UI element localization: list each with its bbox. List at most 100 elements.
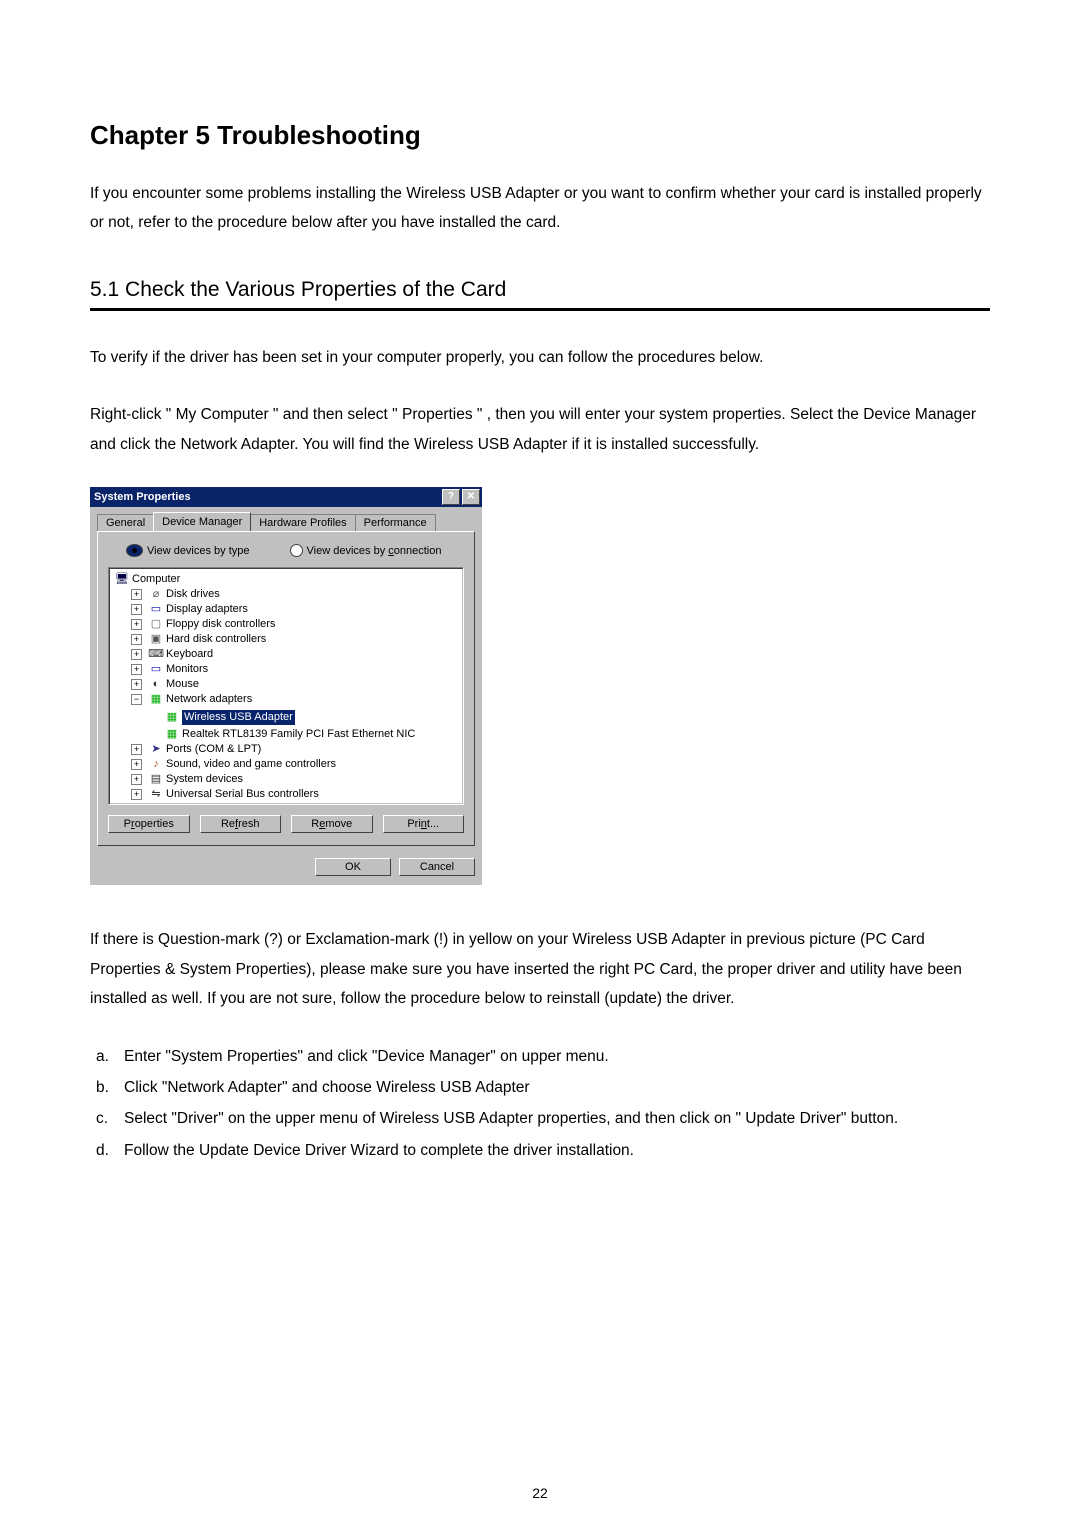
tab-hardware-profiles[interactable]: Hardware Profiles: [250, 514, 355, 532]
steps-list: a. Enter "System Properties" and click "D…: [96, 1042, 990, 1166]
step-text: Follow the Update Device Driver Wizard t…: [124, 1136, 634, 1165]
network-icon: ▦: [165, 728, 179, 741]
tree-item-ports[interactable]: + ➤Ports (COM & LPT): [131, 742, 261, 757]
expand-icon[interactable]: +: [131, 744, 142, 755]
refresh-button[interactable]: Refresh: [200, 815, 282, 833]
tree-item-display-adapters[interactable]: + ▭Display adapters: [131, 602, 248, 617]
monitor-icon: ▭: [149, 663, 163, 676]
tree-item-keyboard[interactable]: + ⌨Keyboard: [131, 647, 213, 662]
tree-item-floppy-controllers[interactable]: + ▢Floppy disk controllers: [131, 617, 275, 632]
keyboard-icon: ⌨: [149, 648, 163, 661]
tree-label: Hard disk controllers: [166, 632, 266, 647]
step-a: a. Enter "System Properties" and click "D…: [96, 1042, 990, 1071]
tab-device-manager[interactable]: Device Manager: [153, 512, 251, 531]
tree-item-monitors[interactable]: + ▭Monitors: [131, 662, 208, 677]
page-number: 22: [0, 1485, 1080, 1501]
para-1: To verify if the driver has been set in …: [90, 343, 990, 372]
step-letter: d.: [96, 1136, 114, 1165]
tree-item-realtek-nic[interactable]: ▦Realtek RTL8139 Family PCI Fast Etherne…: [147, 727, 415, 742]
close-button[interactable]: ✕: [462, 489, 480, 505]
collapse-icon[interactable]: −: [131, 694, 142, 705]
tree-label: Universal Serial Bus controllers: [166, 787, 319, 802]
tree-item-disk-drives[interactable]: + ⌀Disk drives: [131, 587, 220, 602]
print-button[interactable]: Print...: [383, 815, 465, 833]
tree-root-label: Computer: [132, 572, 180, 587]
floppy-icon: ▢: [149, 618, 163, 631]
section-title: 5.1 Check the Various Properties of the …: [90, 278, 990, 302]
tree-label: Keyboard: [166, 647, 213, 662]
tree-label: Sound, video and game controllers: [166, 757, 336, 772]
expand-icon[interactable]: +: [131, 679, 142, 690]
radio-by-connection[interactable]: View devices by connection: [290, 544, 442, 557]
step-c: c. Select "Driver" on the upper menu of W…: [96, 1104, 990, 1133]
step-text: Click "Network Adapter" and choose Wirel…: [124, 1073, 530, 1102]
cancel-button[interactable]: Cancel: [399, 858, 475, 876]
step-letter: a.: [96, 1042, 114, 1071]
tree-label: Floppy disk controllers: [166, 617, 275, 632]
usb-icon: ⇋: [149, 788, 163, 801]
expand-icon[interactable]: +: [131, 589, 142, 600]
expand-icon[interactable]: +: [131, 634, 142, 645]
expand-icon[interactable]: +: [131, 649, 142, 660]
tree-label: System devices: [166, 772, 243, 787]
step-b: b.Click "Network Adapter" and choose Wir…: [96, 1073, 990, 1102]
port-icon: ➤: [149, 743, 163, 756]
tree-item-sound-controllers[interactable]: + ♪Sound, video and game controllers: [131, 757, 336, 772]
para-2: Right-click " My Computer " and then sel…: [90, 400, 990, 459]
network-icon: ▦: [165, 711, 179, 724]
expand-icon[interactable]: +: [131, 789, 142, 800]
tree-item-wireless-usb-adapter[interactable]: ▦Wireless USB Adapter: [147, 710, 295, 725]
tree-item-usb-controllers[interactable]: + ⇋Universal Serial Bus controllers: [131, 787, 319, 802]
expand-icon[interactable]: +: [131, 604, 142, 615]
display-icon: ▭: [149, 603, 163, 616]
computer-icon: 🖥: [115, 573, 129, 586]
tab-panel: View devices by type View devices by con…: [97, 531, 475, 846]
tree-label: Mouse: [166, 677, 199, 692]
properties-button[interactable]: Properties: [108, 815, 190, 833]
expand-icon[interactable]: +: [131, 759, 142, 770]
tree-item-network-adapters[interactable]: −▦Network adapters: [131, 692, 252, 707]
tree-label: Wireless USB Adapter: [182, 710, 295, 725]
radio-by-connection-label: View devices by connection: [307, 545, 442, 557]
tab-strip: General Device Manager Hardware Profiles…: [97, 512, 475, 531]
system-properties-window: System Properties ? ✕ General Device Man…: [90, 487, 482, 885]
intro-paragraph: If you encounter some problems installin…: [90, 179, 990, 238]
section-rule: [90, 308, 990, 311]
tree-label: Display adapters: [166, 602, 248, 617]
sound-icon: ♪: [149, 758, 163, 771]
ok-button[interactable]: OK: [315, 858, 391, 876]
hdd-icon: ▣: [149, 633, 163, 646]
window-title: System Properties: [94, 491, 191, 503]
step-d: d. Follow the Update Device Driver Wizard…: [96, 1136, 990, 1165]
tree-label: Network adapters: [166, 692, 252, 707]
device-tree[interactable]: 🖥 Computer +⌀Disk drives +▭Display adapt…: [108, 567, 464, 805]
disk-icon: ⌀: [149, 588, 163, 601]
tree-item-system-devices[interactable]: +▤System devices: [131, 772, 243, 787]
step-letter: c.: [96, 1104, 114, 1133]
radio-by-type[interactable]: View devices by type: [126, 544, 250, 557]
expand-icon[interactable]: +: [131, 664, 142, 675]
tree-item-mouse[interactable]: + ◐Mouse: [131, 677, 199, 692]
step-text: Enter "System Properties" and click "Dev…: [124, 1042, 609, 1071]
help-button[interactable]: ?: [442, 489, 460, 505]
tree-item-hard-disk-controllers[interactable]: + ▣Hard disk controllers: [131, 632, 266, 647]
tree-label: Monitors: [166, 662, 208, 677]
tab-general[interactable]: General: [97, 514, 154, 532]
expand-icon[interactable]: +: [131, 619, 142, 630]
radio-by-type-label: View devices by type: [147, 545, 250, 557]
radio-dot-icon: [290, 544, 303, 557]
remove-button[interactable]: Remove: [291, 815, 373, 833]
tree-label: Disk drives: [166, 587, 220, 602]
para-3: If there is Question-mark (?) or Exclama…: [90, 925, 990, 1013]
step-text: Select "Driver" on the upper menu of Wir…: [124, 1104, 898, 1133]
tree-label: Ports (COM & LPT): [166, 742, 261, 757]
expand-icon[interactable]: +: [131, 774, 142, 785]
tab-performance[interactable]: Performance: [355, 514, 436, 532]
titlebar[interactable]: System Properties ? ✕: [90, 487, 482, 507]
network-icon: ▦: [149, 693, 163, 706]
radio-dot-icon: [126, 544, 143, 557]
mouse-icon: ◐: [149, 678, 163, 691]
tree-root[interactable]: 🖥 Computer: [115, 572, 180, 587]
tree-label: Realtek RTL8139 Family PCI Fast Ethernet…: [182, 727, 415, 742]
chapter-title: Chapter 5 Troubleshooting: [90, 120, 990, 151]
